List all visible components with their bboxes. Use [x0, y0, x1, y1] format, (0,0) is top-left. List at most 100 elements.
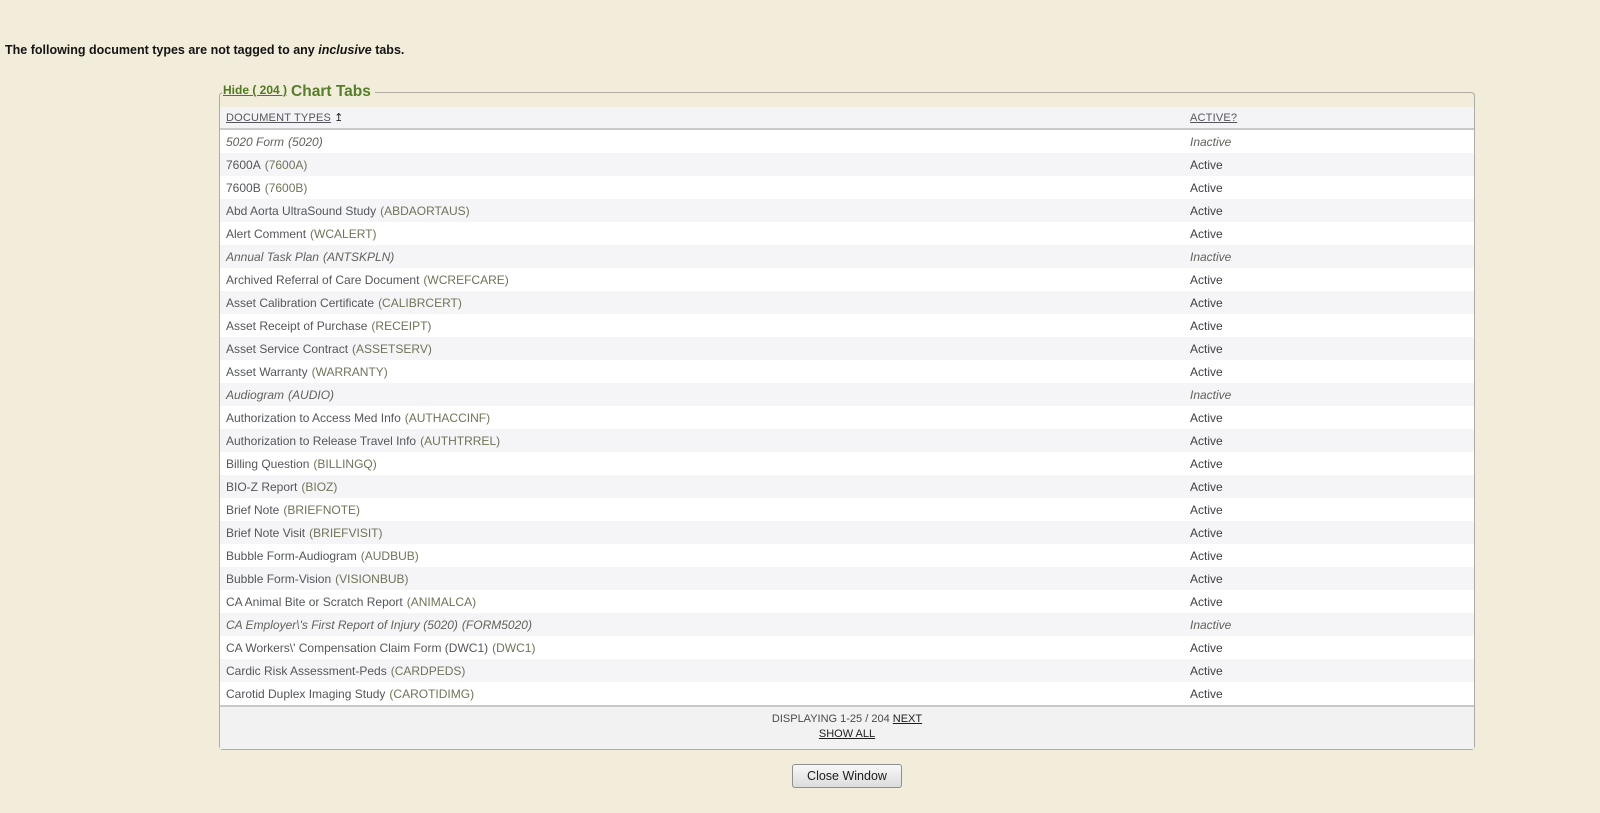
status-value: Active — [1190, 572, 1223, 586]
status-value: Active — [1190, 664, 1223, 678]
document-code: (7600B) — [265, 181, 308, 195]
status-cell: Active — [1184, 406, 1474, 429]
status-cell: Active — [1184, 636, 1474, 659]
panel-title: Chart Tabs — [291, 83, 371, 100]
table-row: Bubble Form-Vision (VISIONBUB) Active — [220, 567, 1474, 590]
document-type-cell: Cardic Risk Assessment-Peds(CARDPEDS) — [220, 659, 1184, 682]
document-code: (RECEIPT) — [371, 319, 431, 333]
status-value: Active — [1190, 319, 1223, 333]
status-value: Active — [1190, 204, 1223, 218]
table-row: Asset Warranty(WARRANTY) Active — [220, 360, 1474, 383]
status-value: Inactive — [1190, 135, 1231, 149]
document-name: Brief Note — [226, 503, 279, 517]
document-code: (5020) — [288, 135, 323, 149]
status-cell: Active — [1184, 567, 1474, 590]
document-name: CA Workers\' Compensation Claim Form (DW… — [226, 641, 488, 655]
document-type-cell: Asset Service Contract(ASSETSERV) — [220, 337, 1184, 360]
status-value: Active — [1190, 434, 1223, 448]
status-cell: Inactive — [1184, 383, 1474, 406]
status-cell: Active — [1184, 153, 1474, 176]
document-name: Alert Comment — [226, 227, 306, 241]
table-row: Alert Comment(WCALERT) Active — [220, 222, 1474, 245]
status-cell: Active — [1184, 314, 1474, 337]
table-row: Carotid Duplex Imaging Study(CAROTIDIMG)… — [220, 682, 1474, 705]
document-name: CA Employer\'s First Report of Injury (5… — [226, 618, 458, 632]
column-header-active: ACTIVE? — [1184, 107, 1474, 129]
status-value: Active — [1190, 687, 1223, 701]
document-name: Archived Referral of Care Document — [226, 273, 419, 287]
table-row: Asset Calibration Certificate(CALIBRCERT… — [220, 291, 1474, 314]
document-name: BIO-Z Report — [226, 480, 297, 494]
table-row: Audiogram(AUDIO) Inactive — [220, 383, 1474, 406]
status-cell: Active — [1184, 682, 1474, 705]
status-value: Active — [1190, 549, 1223, 563]
document-name: Annual Task Plan — [226, 250, 319, 264]
document-type-cell: BIO-Z Report(BIOZ) — [220, 475, 1184, 498]
document-name: CA Animal Bite or Scratch Report — [226, 595, 403, 609]
document-name: Abd Aorta UltraSound Study — [226, 204, 376, 218]
status-cell: Active — [1184, 544, 1474, 567]
status-cell: Active — [1184, 199, 1474, 222]
document-name: Asset Receipt of Purchase — [226, 319, 367, 333]
table-row: CA Animal Bite or Scratch Report(ANIMALC… — [220, 590, 1474, 613]
document-type-cell: Authorization to Access Med Info(AUTHACC… — [220, 406, 1184, 429]
document-name: Bubble Form-Audiogram — [226, 549, 357, 563]
document-type-cell: CA Animal Bite or Scratch Report(ANIMALC… — [220, 590, 1184, 613]
document-name: Bubble Form-Vision — [226, 572, 331, 586]
table-row: BIO-Z Report(BIOZ) Active — [220, 475, 1474, 498]
document-types-table: DOCUMENT TYPES↥ ACTIVE? 5020 Form(5020) … — [220, 107, 1474, 705]
document-code: (7600A) — [265, 158, 308, 172]
document-name: Asset Calibration Certificate — [226, 296, 374, 310]
close-window-button[interactable]: Close Window — [792, 764, 902, 788]
status-cell: Active — [1184, 429, 1474, 452]
document-type-cell: Asset Calibration Certificate(CALIBRCERT… — [220, 291, 1184, 314]
document-types-sort-link[interactable]: DOCUMENT TYPES — [226, 112, 331, 124]
document-code: (AUDBUB) — [361, 549, 419, 563]
status-value: Inactive — [1190, 250, 1231, 264]
table-row: 7600A(7600A) Active — [220, 153, 1474, 176]
table-row: Asset Receipt of Purchase (RECEIPT) Activ… — [220, 314, 1474, 337]
table-row: Authorization to Access Med Info(AUTHACC… — [220, 406, 1474, 429]
table-row: Asset Service Contract(ASSETSERV) Active — [220, 337, 1474, 360]
document-type-cell: Brief Note(BRIEFNOTE) — [220, 498, 1184, 521]
document-code: (AUTHTRREL) — [420, 434, 500, 448]
status-value: Active — [1190, 641, 1223, 655]
table-row: Abd Aorta UltraSound Study(ABDAORTAUS) A… — [220, 199, 1474, 222]
document-code: (WCREFCARE) — [423, 273, 508, 287]
document-code: (WARRANTY) — [312, 365, 388, 379]
status-value: Active — [1190, 181, 1223, 195]
status-value: Active — [1190, 342, 1223, 356]
document-code: (FORM5020) — [462, 618, 532, 632]
document-type-cell: CA Workers\' Compensation Claim Form (DW… — [220, 636, 1184, 659]
table-row: CA Workers\' Compensation Claim Form (DW… — [220, 636, 1474, 659]
document-code: (AUTHACCINF) — [405, 411, 490, 425]
hide-link[interactable]: Hide ( 204 ) — [223, 83, 287, 97]
document-name: Brief Note Visit — [226, 526, 305, 540]
document-type-cell: Bubble Form-Vision (VISIONBUB) — [220, 567, 1184, 590]
chart-tabs-panel: Hide ( 204 ) Chart Tabs DOCUMENT TYPES↥ A… — [219, 83, 1475, 750]
status-cell: Active — [1184, 360, 1474, 383]
table-row: Cardic Risk Assessment-Peds(CARDPEDS) Ac… — [220, 659, 1474, 682]
document-code: (ASSETSERV) — [352, 342, 432, 356]
document-name: Authorization to Release Travel Info — [226, 434, 416, 448]
status-cell: Active — [1184, 590, 1474, 613]
document-code: (CARDPEDS) — [391, 664, 466, 678]
status-value: Inactive — [1190, 618, 1231, 632]
document-code: (CAROTIDIMG) — [389, 687, 474, 701]
document-type-cell: Audiogram(AUDIO) — [220, 383, 1184, 406]
table-row: 5020 Form(5020) Inactive — [220, 129, 1474, 153]
document-type-cell: 7600A(7600A) — [220, 153, 1184, 176]
intro-suffix: tabs. — [372, 43, 405, 57]
show-all-link[interactable]: SHOW ALL — [819, 728, 875, 740]
document-code: (ANTSKPLN) — [323, 250, 394, 264]
status-cell: Active — [1184, 659, 1474, 682]
next-page-link[interactable]: NEXT — [893, 713, 922, 725]
document-code: (VISIONBUB) — [335, 572, 408, 586]
status-value: Active — [1190, 296, 1223, 310]
document-type-cell: Billing Question(BILLINGQ) — [220, 452, 1184, 475]
table-row: Archived Referral of Care Document (WCREF… — [220, 268, 1474, 291]
status-cell: Active — [1184, 222, 1474, 245]
active-sort-link[interactable]: ACTIVE? — [1190, 112, 1237, 124]
sort-ascending-icon[interactable]: ↥ — [334, 111, 343, 124]
table-row: Billing Question(BILLINGQ) Active — [220, 452, 1474, 475]
